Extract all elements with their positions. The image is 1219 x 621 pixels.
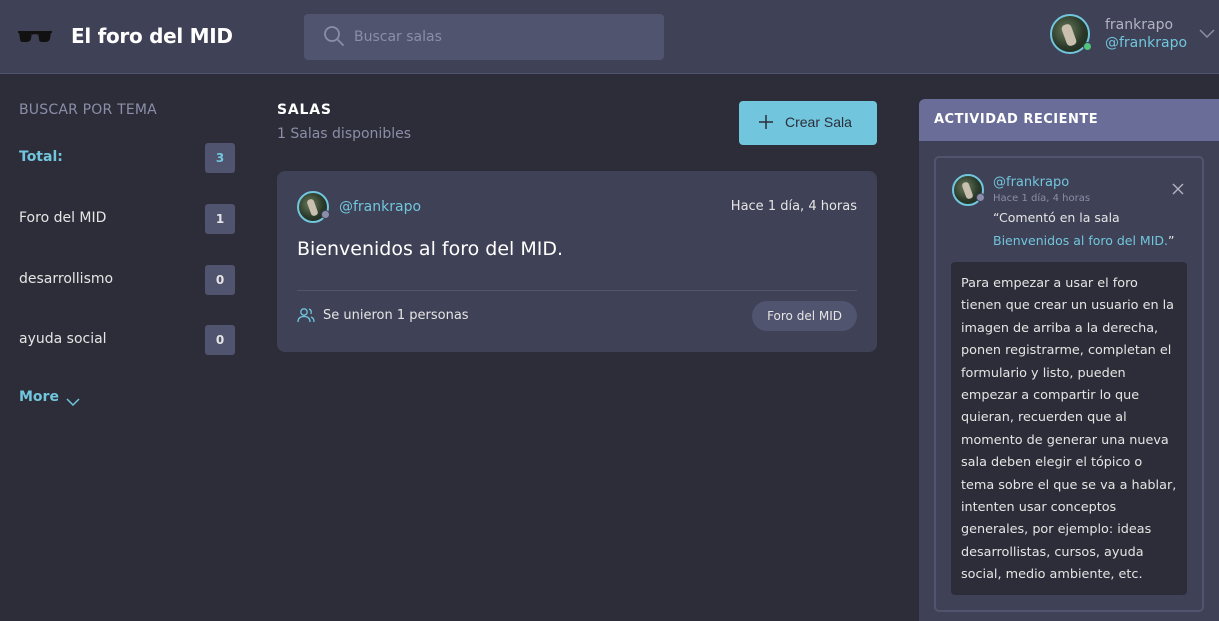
activity-room-link[interactable]: Bienvenidos al foro del MID. [993, 233, 1168, 248]
topic-count-badge: 0 [205, 265, 235, 295]
room-title-link[interactable]: Bienvenidos al foro del MID. [297, 238, 563, 260]
room-participants: Se unieron 1 personas [323, 308, 469, 323]
activity-user-link[interactable]: @frankrapo [993, 175, 1069, 190]
status-dot [321, 210, 330, 219]
topic-label: Total: [19, 149, 63, 165]
topic-item-total[interactable]: Total: 3 [19, 143, 235, 175]
status-dot [976, 193, 985, 202]
activity-room-link-wrap: Bienvenidos al foro del MID.” [993, 233, 1174, 248]
room-host-link[interactable]: @frankrapo [339, 199, 421, 215]
quote-close: ” [1168, 233, 1175, 248]
create-room-button[interactable]: Crear Sala [739, 101, 877, 145]
activity-comment-text: “Comentó en la sala [993, 210, 1120, 225]
topic-label: desarrollismo [19, 271, 114, 287]
topic-item-foro-del-mid[interactable]: Foro del MID 1 [19, 204, 235, 236]
close-icon[interactable] [1172, 180, 1184, 199]
rooms-heading: SALAS [277, 102, 332, 118]
topic-count-badge: 1 [205, 204, 235, 234]
brand-title[interactable]: El foro del MID [71, 24, 233, 48]
search-bar[interactable] [304, 14, 664, 60]
top-navbar: El foro del MID frankrapo @frankrapo [0, 0, 1219, 74]
create-room-label: Crear Sala [785, 114, 852, 130]
room-topic-badge[interactable]: Foro del MID [752, 301, 857, 331]
users-icon [297, 307, 315, 327]
room-timestamp: Hace 1 día, 4 horas [730, 199, 857, 214]
activity-item: @frankrapo Hace 1 día, 4 horas “Comentó … [934, 156, 1204, 612]
activity-heading: ACTIVIDAD RECIENTE [934, 112, 1099, 127]
activity-header: ACTIVIDAD RECIENTE [919, 99, 1219, 141]
rooms-count: 1 Salas disponibles [277, 126, 412, 142]
room-card: @frankrapo Hace 1 día, 4 horas Bienvenid… [277, 171, 877, 352]
topic-item-ayuda-social[interactable]: ayuda social 0 [19, 325, 235, 357]
glasses-icon[interactable] [17, 28, 53, 50]
topic-count-badge: 3 [205, 143, 235, 173]
chevron-down-icon[interactable] [66, 392, 80, 411]
activity-timestamp: Hace 1 día, 4 horas [993, 193, 1091, 204]
divider [297, 290, 857, 291]
topic-item-desarrollismo[interactable]: desarrollismo 0 [19, 265, 235, 297]
topic-label: ayuda social [19, 331, 107, 347]
recent-activity-panel: ACTIVIDAD RECIENTE @frankrapo Hace 1 día… [919, 99, 1219, 621]
search-input[interactable] [354, 14, 654, 60]
activity-message: Para empezar a usar el foro tienen que c… [951, 262, 1187, 595]
more-topics-link[interactable]: More [19, 389, 59, 405]
search-icon [323, 25, 345, 51]
chevron-down-icon[interactable] [1199, 24, 1215, 43]
topics-heading: BUSCAR POR TEMA [19, 102, 157, 118]
topic-count-badge: 0 [205, 325, 235, 355]
user-handle[interactable]: @frankrapo [1105, 35, 1187, 51]
plus-icon [758, 114, 774, 133]
topic-label: Foro del MID [19, 210, 107, 226]
online-status-dot [1083, 42, 1092, 51]
user-name[interactable]: frankrapo [1105, 17, 1173, 33]
